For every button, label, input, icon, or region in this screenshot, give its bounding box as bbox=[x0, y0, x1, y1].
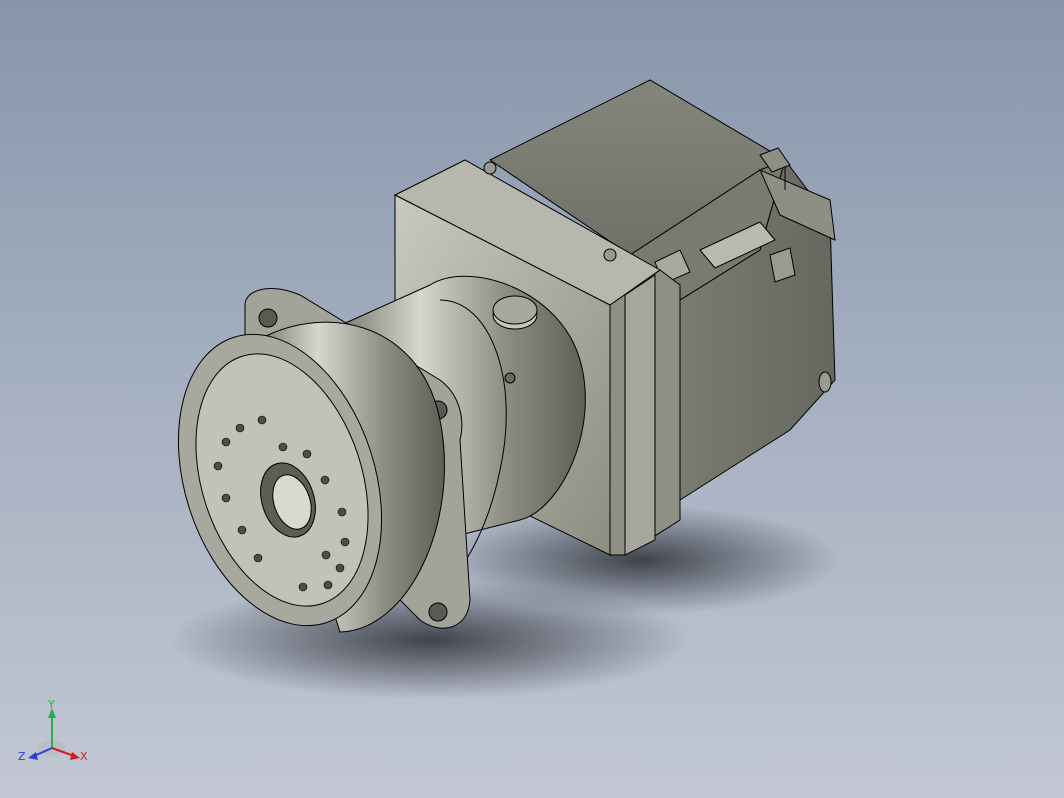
x-axis-arrow-icon bbox=[70, 752, 80, 760]
x-axis-label: X bbox=[80, 750, 88, 763]
coordinate-triad: Y X Z bbox=[18, 700, 88, 763]
z-axis-label: Z bbox=[18, 750, 26, 763]
output-face-plate[interactable] bbox=[143, 308, 445, 652]
cad-graphics-viewport[interactable]: Y X Z bbox=[0, 0, 1064, 798]
y-axis-label: Y bbox=[47, 700, 55, 711]
z-axis-arrow-icon bbox=[28, 752, 38, 760]
gear-reducer-motor-model[interactable] bbox=[0, 0, 1064, 798]
